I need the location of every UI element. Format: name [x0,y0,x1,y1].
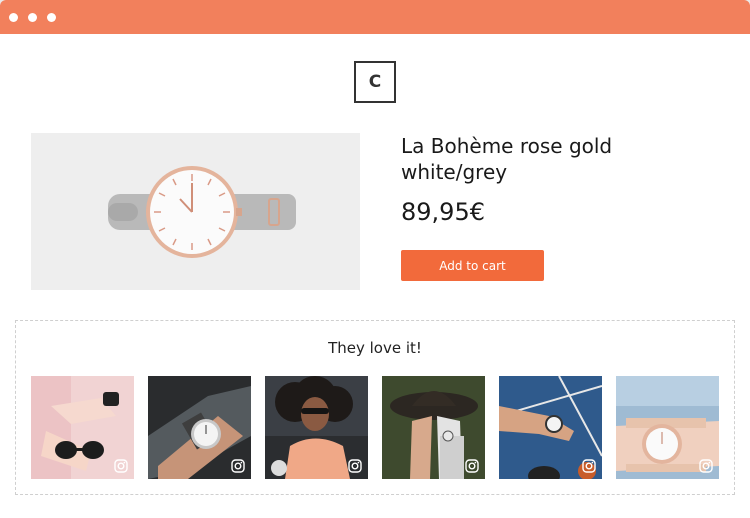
gallery-photo[interactable] [382,376,485,479]
product-price: 89,95€ [401,198,485,226]
instagram-icon[interactable] [699,459,713,473]
window-control-dot[interactable] [28,13,37,22]
gallery-photo[interactable] [148,376,251,479]
gallery-photo[interactable] [265,376,368,479]
add-to-cart-button[interactable]: Add to cart [401,250,544,281]
product-image[interactable] [31,133,360,290]
instagram-icon[interactable] [582,459,596,473]
window-control-dot[interactable] [9,13,18,22]
title-bar [0,0,750,34]
product-title: La Bohème rose gold white/grey [401,134,613,184]
gallery-photo[interactable] [499,376,602,479]
instagram-icon[interactable] [114,459,128,473]
browser-window: C La Bohème rose gold white/grey 89,95€ … [0,0,750,518]
gallery-photo[interactable] [31,376,134,479]
instagram-icon[interactable] [348,459,362,473]
window-control-dot[interactable] [47,13,56,22]
brand-logo-letter: C [368,72,382,92]
brand-logo[interactable]: C [354,61,396,103]
watch-illustration [108,166,296,258]
instagram-icon[interactable] [231,459,245,473]
gallery-photo[interactable] [616,376,719,479]
instagram-icon[interactable] [465,459,479,473]
gallery-heading: They love it! [328,339,422,357]
